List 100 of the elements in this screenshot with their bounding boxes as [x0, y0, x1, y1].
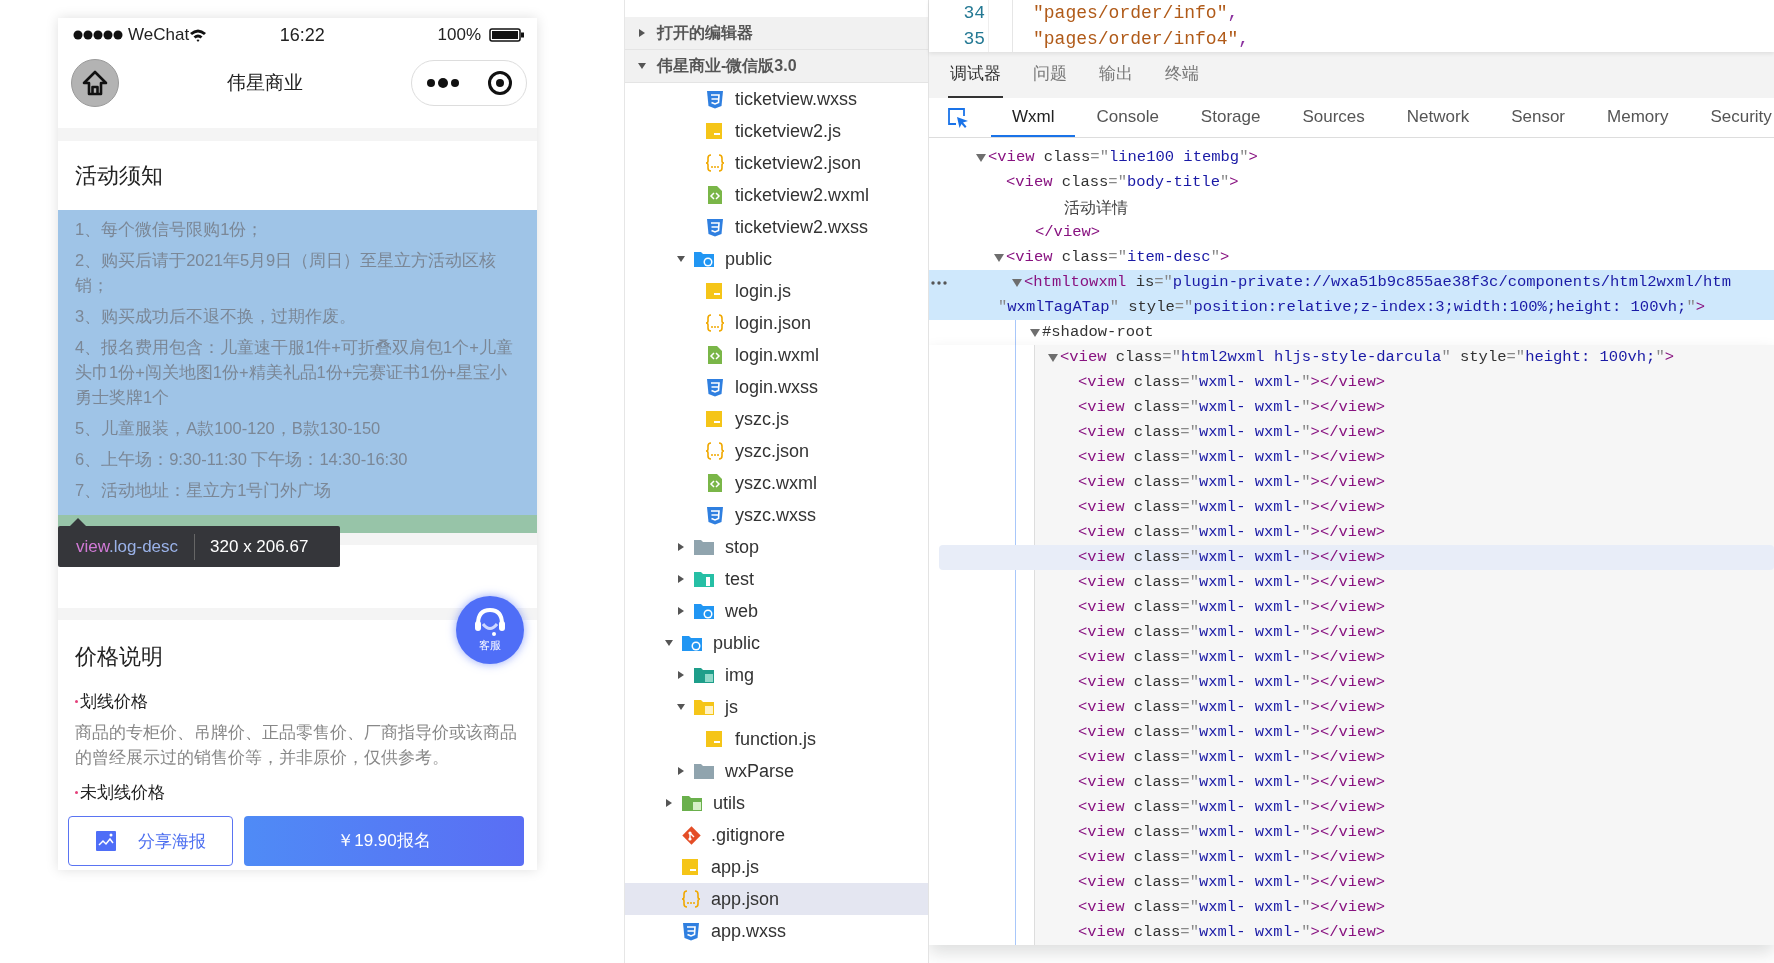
element-row[interactable]: <view class="line100 itembg"> — [929, 145, 1774, 170]
panel-tab[interactable]: 问题 — [1031, 61, 1069, 98]
code-line: <view class="wxml- wxml-"></view> — [1078, 796, 1386, 818]
element-row[interactable]: <view class="wxml- wxml-"></view> — [929, 895, 1774, 920]
code-line: <view class="wxml- wxml-"></view> — [1078, 446, 1386, 468]
more-button[interactable] — [425, 77, 460, 89]
js-file-icon — [705, 409, 725, 429]
file-tree-item[interactable]: test — [625, 563, 928, 595]
selector-text: view.log-desc — [76, 535, 179, 558]
file-tree-item[interactable]: ticketview.wxss — [625, 83, 928, 115]
file-tree-item[interactable]: ticketview2.wxml — [625, 179, 928, 211]
file-tree-item[interactable]: web — [625, 595, 928, 627]
code-line: <view class="wxml- wxml-"></view> — [1078, 696, 1386, 718]
file-tree-item[interactable]: login.js — [625, 275, 928, 307]
file-tree-item[interactable]: yszc.wxss — [625, 499, 928, 531]
element-row[interactable]: <view class="wxml- wxml-"></view> — [929, 395, 1774, 420]
price-label: 未划线价格 — [80, 781, 165, 803]
element-row[interactable]: <view class="wxml- wxml-"></view> — [929, 870, 1774, 895]
file-tree-item[interactable]: yszc.js — [625, 403, 928, 435]
file-tree-item[interactable]: public — [625, 627, 928, 659]
file-tree-item[interactable]: wxParse — [625, 755, 928, 787]
element-row[interactable]: <view class="wxml- wxml-"></view> — [929, 520, 1774, 545]
element-row[interactable]: <view class="wxml- wxml-"></view> — [929, 920, 1774, 945]
element-row[interactable]: <view class="html2wxml hljs-style-darcula" style="height: 100vh;"> — [929, 345, 1774, 370]
file-tree-item[interactable]: login.json — [625, 307, 928, 339]
file-tree-item[interactable]: img — [625, 659, 928, 691]
element-row[interactable]: <view class="wxml- wxml-"></view> — [929, 720, 1774, 745]
home-button[interactable] — [71, 59, 119, 107]
file-tree-item[interactable]: ticketview2.wxss — [625, 211, 928, 243]
panel-tab[interactable]: 调试器 — [948, 61, 1003, 98]
element-row[interactable]: <view class="wxml- wxml-"></view> — [929, 470, 1774, 495]
code-line: <view class="wxml- wxml-"></view> — [1078, 396, 1386, 418]
devtools-tab[interactable]: Storage — [1179, 98, 1282, 137]
element-row[interactable]: <view class="body-title"> — [929, 170, 1774, 195]
file-tree-item[interactable]: app.json — [625, 883, 928, 915]
element-row[interactable]: <view class="wxml- wxml-"></view> — [929, 845, 1774, 870]
service-button[interactable]: 客服 — [456, 596, 524, 664]
notice-text: 3、购买成功后不退不换，过期作废。 — [75, 306, 358, 327]
file-tree-item[interactable]: login.wxss — [625, 371, 928, 403]
file-tree-item[interactable]: yszc.wxml — [625, 467, 928, 499]
element-row[interactable]: <view class="item-desc"> — [929, 245, 1774, 270]
element-row[interactable]: <view class="wxml- wxml-"></view> — [929, 770, 1774, 795]
devtools-tab[interactable]: Console — [1075, 98, 1180, 137]
file-tree-item[interactable]: login.wxml — [625, 339, 928, 371]
element-row[interactable]: <view class="wxml- wxml-"></view> — [929, 445, 1774, 470]
devtools-tab[interactable]: Sensor — [1490, 98, 1586, 137]
element-row[interactable]: <view class="wxml- wxml-"></view> — [939, 545, 1774, 570]
folder-icon — [693, 665, 715, 685]
json-file-icon — [681, 889, 701, 909]
node-text: 活动详情 — [1064, 196, 1128, 219]
file-tree-item[interactable]: app.wxss — [625, 915, 928, 947]
element-row[interactable]: <view class="wxml- wxml-"></view> — [929, 595, 1774, 620]
sidebar-section-header[interactable]: 打开的编辑器 — [625, 17, 928, 50]
element-row[interactable]: <view class="wxml- wxml-"></view> — [929, 795, 1774, 820]
element-row[interactable]: <view class="wxml- wxml-"></view> — [929, 570, 1774, 595]
file-tree-item[interactable]: function.js — [625, 723, 928, 755]
sidebar-section-header[interactable]: 伟星商业-微信版3.0 — [625, 50, 928, 83]
file-tree-item[interactable]: ticketview2.json — [625, 147, 928, 179]
devtools-tab[interactable]: Wxml — [991, 98, 1076, 137]
signup-button[interactable]: ￥19.90报名 — [244, 816, 524, 866]
devtools-tab[interactable]: Memory — [1586, 98, 1690, 137]
element-row[interactable]: <htmltowxml is="plugin-private://wxa51b9c855ae38f3c/components/html2wxml/htm — [929, 270, 1774, 295]
json-file-icon — [705, 153, 725, 173]
element-row[interactable]: <view class="wxml- wxml-"></view> — [929, 745, 1774, 770]
battery-text: 100% — [437, 24, 481, 47]
notice-text: 4、报名费用包含：儿童速干服1件+可折叠双肩包1个+儿童头巾1份+闯关地图1份+精美礼品1份+完赛证书1份+星宝小勇士奖牌1个 — [75, 337, 514, 408]
close-button[interactable] — [486, 70, 513, 96]
file-tree-item[interactable]: public — [625, 243, 928, 275]
file-tree-item[interactable]: ticketview2.js — [625, 115, 928, 147]
element-row[interactable]: <view class="wxml- wxml-"></view> — [929, 620, 1774, 645]
devtools-tab[interactable]: Network — [1385, 98, 1491, 137]
element-row[interactable]: <view class="wxml- wxml-"></view> — [929, 820, 1774, 845]
element-row[interactable]: <view class="wxml- wxml-"></view> — [929, 670, 1774, 695]
file-tree-item[interactable]: utils — [625, 787, 928, 819]
code-line: <view class="wxml- wxml-"></view> — [1078, 596, 1386, 618]
image-icon — [95, 831, 116, 851]
element-row[interactable]: </view> — [929, 220, 1774, 245]
code-line: <view class="wxml- wxml-"></view> — [1078, 421, 1386, 443]
devtools-tab[interactable]: Sources — [1281, 98, 1386, 137]
element-row[interactable]: 活动详情 — [929, 195, 1774, 220]
element-row[interactable]: <view class="wxml- wxml-"></view> — [929, 695, 1774, 720]
more-icon — [931, 280, 947, 285]
file-tree-item[interactable]: .gitignore — [625, 819, 928, 851]
element-row[interactable]: #shadow-root — [929, 320, 1774, 345]
share-button[interactable]: 分享海报 — [68, 816, 233, 866]
element-row[interactable]: "wxmlTagATap" style="position:relative;z-index:3;width:100%;height: 100vh;"> — [929, 295, 1774, 320]
element-row[interactable]: <view class="wxml- wxml-"></view> — [929, 645, 1774, 670]
devtools-tab[interactable]: Security — [1689, 98, 1774, 137]
code-line: <view class="wxml- wxml-"></view> — [1078, 546, 1386, 568]
panel-tab[interactable]: 输出 — [1097, 61, 1135, 98]
element-row[interactable]: <view class="wxml- wxml-"></view> — [929, 370, 1774, 395]
file-tree-item[interactable]: stop — [625, 531, 928, 563]
file-tree-item[interactable]: yszc.json — [625, 435, 928, 467]
element-row[interactable]: <view class="wxml- wxml-"></view> — [929, 495, 1774, 520]
file-tree-item[interactable]: app.js — [625, 851, 928, 883]
home-icon — [82, 70, 108, 96]
file-tree-item[interactable]: js — [625, 691, 928, 723]
more-icon — [425, 77, 460, 89]
element-row[interactable]: <view class="wxml- wxml-"></view> — [929, 420, 1774, 445]
panel-tab[interactable]: 终端 — [1163, 61, 1201, 98]
